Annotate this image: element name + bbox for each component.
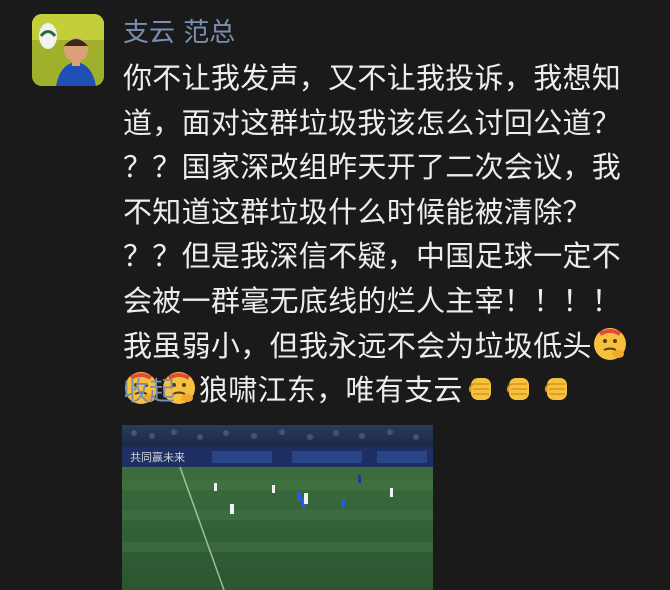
post-line-8: 狼啸江东，唯有支云 [123,368,668,413]
post-content: 你不让我发声，又不让我投诉，我想知 道，面对这群垃圾我该怎么讨回公道？ ？？国家… [123,56,668,413]
post-line-text: 我虽弱小，但我永远不会为垃圾低头 [123,328,592,363]
post-line: 道，面对这群垃圾我该怎么讨回公道？ [123,105,622,140]
raised-fist-icon [463,370,499,406]
video-frame: 共同赢未来 [122,425,433,590]
post-line: 你不让我发声，又不让我投诉，我想知 [123,61,622,95]
post-line-text: 狼啸江东，唯有支云 [199,373,463,408]
avatar[interactable] [32,14,104,86]
thinking-face-icon [592,326,628,362]
raised-fist-icon [539,370,575,406]
post-line: ？？但是我深信不疑，中国足球一定不 [123,239,622,274]
post-line: 不知道这群垃圾什么时候能被清除？ [123,194,592,229]
post-line: 会被一群毫无底线的烂人主宰！！！！ [123,283,622,318]
video-thumbnail[interactable]: 共同赢未来 [122,425,433,590]
author-name[interactable]: 支云 范总 [123,16,235,50]
post-line: ？？国家深改组昨天开了二次会议，我 [123,150,622,185]
post-line-7: 我虽弱小，但我永远不会为垃圾低头 [123,324,668,369]
raised-fist-icon [501,370,537,406]
ad-board-text: 共同赢未来 [130,450,185,464]
collapse-link[interactable]: 收起 [123,374,175,410]
avatar-image [32,14,104,86]
